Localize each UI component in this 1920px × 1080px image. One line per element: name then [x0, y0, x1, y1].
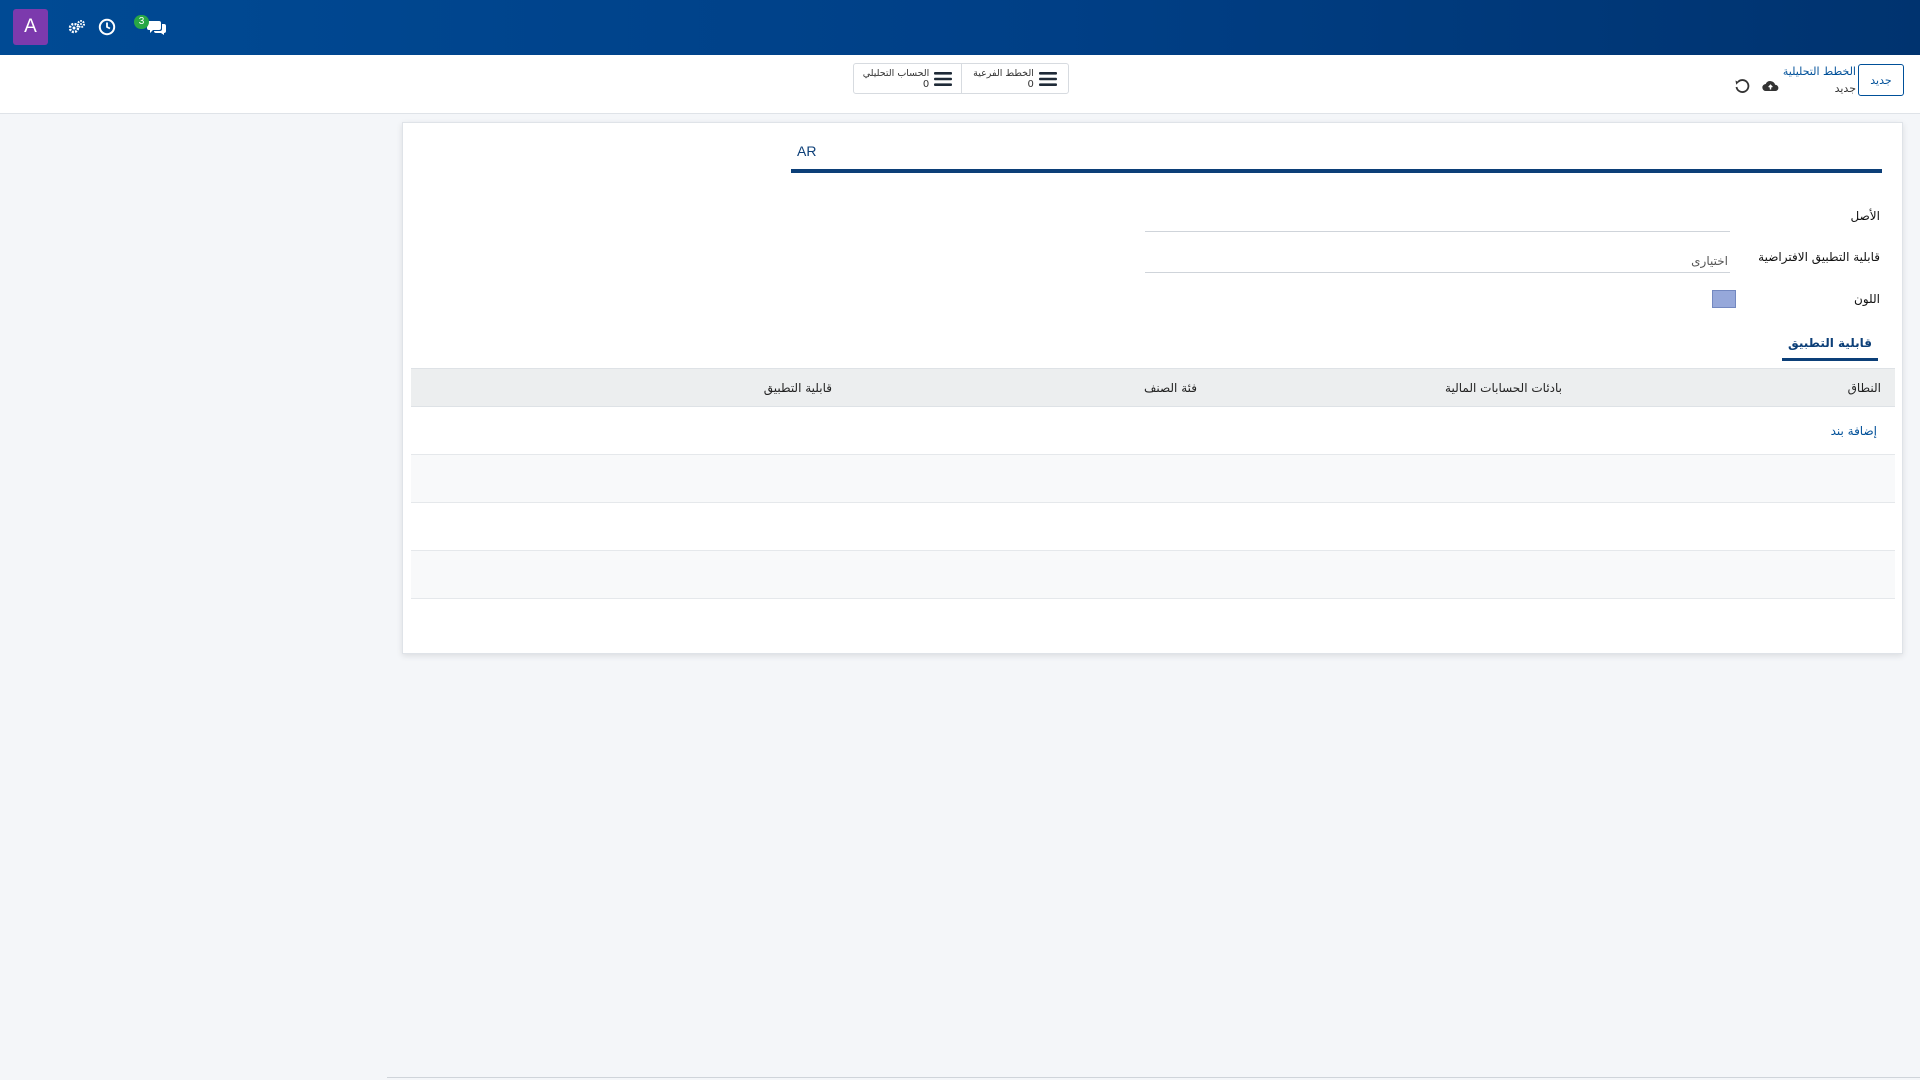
analytic-accounts-smart-button[interactable]: الحساب التحليلي 0 — [854, 64, 961, 93]
default-applicability-row: قابلية التطبيق الافتراضية اختيارى — [1130, 246, 1880, 274]
top-navbar: A 3 — [0, 0, 1920, 55]
control-panel: الحساب التحليلي 0 الخطط الفرعية 0 الخطط … — [0, 55, 1920, 114]
table-row — [411, 502, 1895, 551]
bottom-divider — [387, 1077, 1920, 1078]
parent-field-row: الأصل — [1130, 205, 1880, 233]
menu-icon — [1038, 71, 1057, 86]
color-swatch[interactable] — [1712, 290, 1736, 308]
menu-icon — [934, 71, 953, 86]
save-cloud-icon[interactable] — [1762, 78, 1779, 94]
table-row — [411, 454, 1895, 503]
column-header-applicability[interactable]: قابلية التطبيق — [411, 368, 846, 407]
messages-count-badge: 3 — [134, 15, 149, 29]
table-row — [411, 550, 1895, 599]
clock-icon[interactable] — [96, 16, 118, 38]
user-avatar[interactable]: A — [13, 9, 48, 45]
breadcrumb: الخطط التحليلية جديد — [1783, 63, 1856, 97]
parent-label: الأصل — [1850, 209, 1880, 223]
default-applicability-select[interactable]: اختيارى — [1145, 246, 1730, 273]
smart-button-label: الحساب التحليلي — [862, 67, 930, 79]
discard-changes-icon[interactable] — [1734, 78, 1750, 94]
column-header-domain[interactable]: النطاق — [1576, 368, 1895, 407]
column-header-product-category[interactable]: فئة الصنف — [846, 368, 1211, 407]
smart-buttons: الحساب التحليلي 0 الخطط الفرعية 0 — [853, 63, 1069, 94]
settings-gears-icon[interactable] — [66, 16, 88, 38]
smart-button-value: 0 — [922, 78, 930, 90]
parent-input[interactable] — [1145, 205, 1730, 232]
subplans-smart-button[interactable]: الخطط الفرعية 0 — [961, 64, 1068, 93]
color-label: اللون — [1854, 292, 1880, 306]
table-header-row: قابلية التطبيق فئة الصنف بادئات الحسابات… — [411, 368, 1895, 407]
add-line-link[interactable]: إضافة بند — [1831, 424, 1877, 438]
tab-ar[interactable]: AR — [797, 143, 816, 159]
smart-button-value: 0 — [1027, 78, 1034, 90]
color-field-row: اللون — [1130, 286, 1880, 314]
column-header-account-prefixes[interactable]: بادئات الحسابات المالية — [1211, 368, 1576, 407]
breadcrumb-current: جديد — [1834, 82, 1856, 95]
breadcrumb-root-link[interactable]: الخطط التحليلية — [1783, 63, 1856, 80]
form-sheet: AR الأصل قابلية التطبيق الافتراضية اختيا… — [402, 122, 1903, 654]
default-applicability-label: قابلية التطبيق الافتراضية — [1758, 250, 1880, 264]
language-tabs: AR — [791, 143, 1882, 173]
applicability-table: قابلية التطبيق فئة الصنف بادئات الحسابات… — [411, 368, 1895, 599]
table-row: إضافة بند — [411, 406, 1895, 455]
tab-applicability[interactable]: قابلية التطبيق — [1782, 331, 1878, 361]
smart-button-label: الخطط الفرعية — [973, 67, 1034, 79]
new-record-button[interactable]: جديد — [1858, 64, 1904, 96]
